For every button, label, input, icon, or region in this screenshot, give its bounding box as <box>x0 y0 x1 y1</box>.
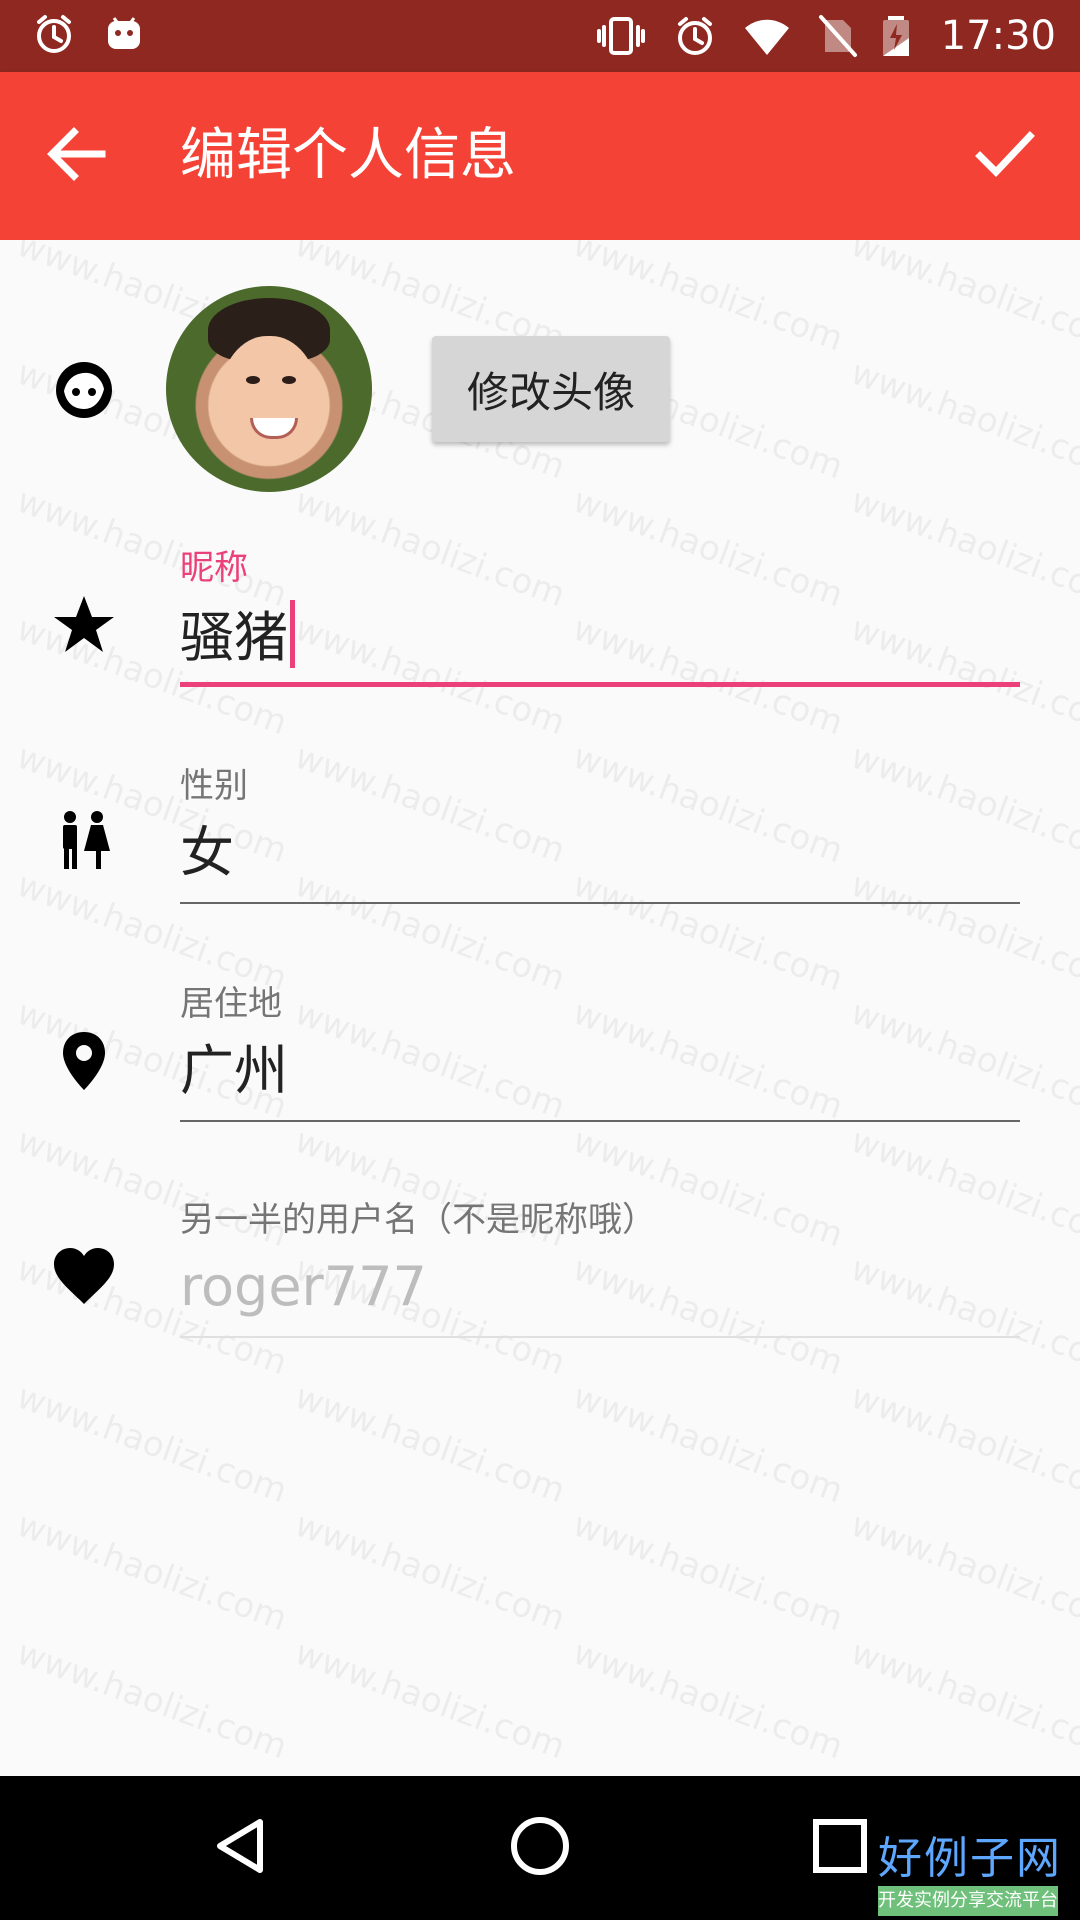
wc-icon <box>50 806 118 874</box>
nav-home-icon <box>508 1814 572 1882</box>
confirm-button[interactable] <box>964 116 1044 196</box>
watermark-text: www.haolizi.com <box>567 1504 849 1640</box>
nav-recents-icon <box>808 1814 872 1882</box>
android-icon <box>100 10 148 58</box>
nickname-value: 骚猪 <box>180 606 288 669</box>
watermark-text: www.haolizi.com <box>567 1376 849 1512</box>
toolbar: 编辑个人信息 <box>0 72 1080 240</box>
status-left-icons <box>30 10 148 58</box>
change-avatar-button[interactable]: 修改头像 <box>432 336 670 442</box>
location-pin-icon <box>50 1026 118 1094</box>
brand-watermark: 好例子网 开发实例分享交流平台 <box>878 1833 1062 1916</box>
navigation-bar: 好例子网 开发实例分享交流平台 <box>0 1776 1080 1920</box>
nav-recents-button[interactable] <box>798 1806 882 1890</box>
brand-subtitle: 开发实例分享交流平台 <box>878 1886 1058 1916</box>
status-time: 17:30 <box>940 13 1056 59</box>
watermark-text: www.haolizi.com <box>289 1632 571 1768</box>
app-screen: 17:30 编辑个人信息 www.haolizi.com www.haolizi.… <box>0 0 1080 1920</box>
alarm-icon <box>30 10 78 58</box>
nickname-label: 昵称 <box>180 548 248 588</box>
star-icon <box>50 590 118 658</box>
vibrate-icon <box>593 12 649 60</box>
status-right-icons: 17:30 <box>593 10 1056 62</box>
watermark-text: www.haolizi.com <box>289 1504 571 1640</box>
location-input[interactable]: 广州 <box>180 1036 1020 1106</box>
watermark-text: www.haolizi.com <box>11 1504 293 1640</box>
watermark-text: www.haolizi.com <box>289 480 571 616</box>
watermark-text: www.haolizi.com <box>567 480 849 616</box>
back-button[interactable] <box>36 116 116 196</box>
watermark-text: www.haolizi.com <box>11 1376 293 1512</box>
profile-form: www.haolizi.com www.haolizi.com www.haoliz… <box>0 240 1080 1776</box>
watermark-text: www.haolizi.com <box>845 1376 1080 1512</box>
arrow-back-icon <box>42 120 110 192</box>
gender-label: 性别 <box>180 766 248 806</box>
nickname-input[interactable]: 骚猪 <box>180 600 1020 673</box>
no-sim-icon <box>815 12 859 60</box>
watermark-text: www.haolizi.com <box>845 1120 1080 1256</box>
alarm-icon <box>671 12 719 60</box>
watermark-text: www.haolizi.com <box>845 1632 1080 1768</box>
watermark-text: www.haolizi.com <box>845 240 1080 360</box>
gender-input[interactable]: 女 <box>180 818 1020 888</box>
watermark-layer: www.haolizi.com www.haolizi.com www.haoliz… <box>0 240 1080 1776</box>
partner-username-label: 另一半的用户名（不是昵称哦） <box>180 1200 656 1240</box>
partner-username-input[interactable]: roger777 <box>180 1252 1020 1322</box>
text-cursor <box>290 600 295 668</box>
nickname-underline <box>180 682 1020 687</box>
nav-home-button[interactable] <box>498 1806 582 1890</box>
gender-underline <box>180 902 1020 904</box>
nav-back-button[interactable] <box>198 1806 282 1890</box>
wifi-icon <box>741 12 793 60</box>
battery-charging-icon <box>881 12 911 60</box>
brand-title: 好例子网 <box>878 1833 1062 1884</box>
location-label: 居住地 <box>180 984 282 1024</box>
page-title: 编辑个人信息 <box>180 123 516 188</box>
watermark-text: www.haolizi.com <box>289 1376 571 1512</box>
partner-username-underline <box>180 1336 1020 1338</box>
status-bar: 17:30 <box>0 0 1080 72</box>
watermark-text: www.haolizi.com <box>567 1632 849 1768</box>
watermark-text: www.haolizi.com <box>11 1632 293 1768</box>
check-icon <box>972 122 1036 190</box>
avatar[interactable] <box>166 286 372 492</box>
watermark-text: www.haolizi.com <box>845 480 1080 616</box>
watermark-text: www.haolizi.com <box>845 1504 1080 1640</box>
location-underline <box>180 1120 1020 1122</box>
nav-back-icon <box>208 1814 272 1882</box>
watermark-text: www.haolizi.com <box>845 352 1080 488</box>
face-icon <box>50 356 118 424</box>
heart-icon <box>50 1244 118 1312</box>
